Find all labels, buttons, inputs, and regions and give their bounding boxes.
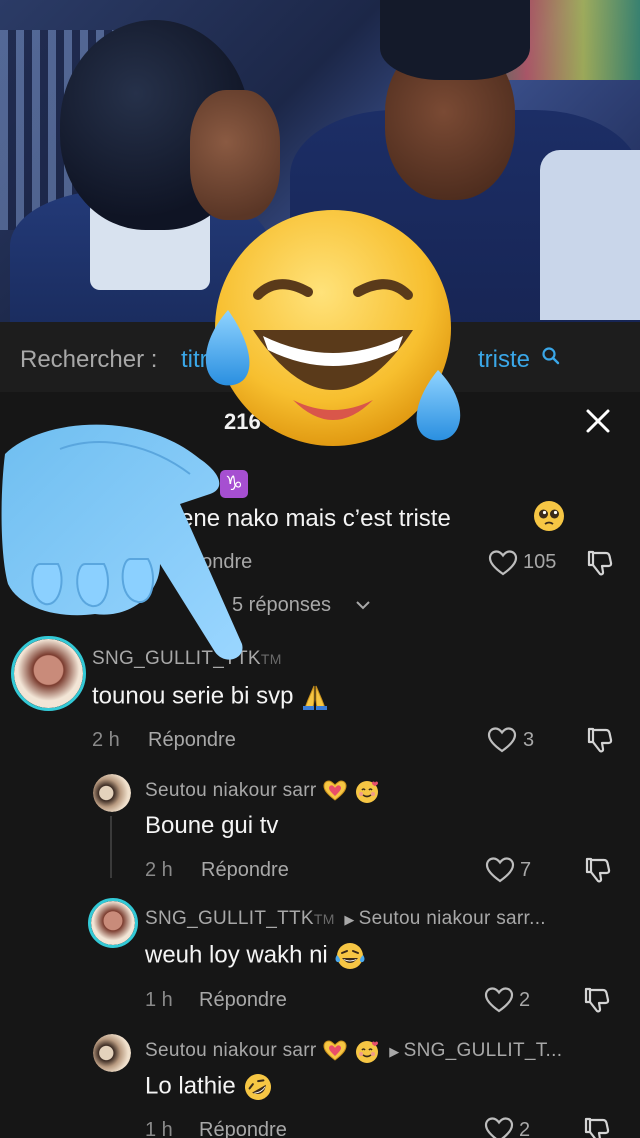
reply-button[interactable]: Répondre bbox=[201, 859, 289, 882]
dislike-icon[interactable] bbox=[585, 725, 615, 755]
avatar-image bbox=[93, 774, 131, 812]
pointing-hand-emoji-icon bbox=[1, 424, 243, 660]
dislike-icon[interactable] bbox=[582, 985, 612, 1015]
username[interactable]: Seutou niakour sarr bbox=[145, 1040, 317, 1061]
reply-timestamp: 1 h bbox=[145, 989, 173, 1011]
heart-icon[interactable] bbox=[487, 726, 517, 754]
like-count: 105 bbox=[523, 551, 557, 573]
video-person bbox=[380, 0, 530, 80]
avatar[interactable] bbox=[93, 774, 131, 812]
heart-icon[interactable] bbox=[485, 856, 515, 884]
reply-button[interactable]: Répondre bbox=[199, 1119, 287, 1138]
avatar[interactable] bbox=[93, 1034, 131, 1072]
view-replies-button[interactable]: 5 réponses bbox=[232, 594, 331, 617]
reply-to-username[interactable]: SNG_GULLIT_T... bbox=[404, 1040, 563, 1061]
reply-username[interactable]: SNG_GULLIT_TTKTM ▶ Seutou niakour sarr... bbox=[145, 908, 546, 930]
like-count: 7 bbox=[520, 859, 532, 881]
trademark-badge: TM bbox=[313, 911, 335, 927]
comment-text: tounou serie bi svp bbox=[92, 682, 330, 712]
reply-text: Boune gui tv bbox=[145, 812, 279, 839]
reply-text-content: Lo lathie bbox=[145, 1072, 236, 1100]
heart-icon[interactable] bbox=[484, 1116, 514, 1138]
heart-icon[interactable] bbox=[488, 549, 518, 577]
rolling-on-floor-laughing-icon bbox=[245, 1074, 272, 1100]
like-count: 2 bbox=[519, 989, 531, 1011]
username[interactable]: SNG_GULLIT_TTK bbox=[145, 908, 314, 929]
like-count: 3 bbox=[523, 729, 535, 751]
chevron-down-icon[interactable] bbox=[356, 600, 370, 610]
reply-text: weuh loy wakh ni bbox=[145, 941, 366, 971]
face-with-tears-of-joy-icon bbox=[335, 943, 365, 969]
smiling-face-with-hearts-icon bbox=[355, 781, 378, 803]
reply-username[interactable]: Seutou niakour sarr ▶ SNG_GULLIT_T... bbox=[145, 1038, 562, 1064]
reply-button[interactable]: Répondre bbox=[199, 989, 287, 1012]
reply-text-content: weuh loy wakh ni bbox=[145, 941, 328, 969]
reply-arrow-icon: ▶ bbox=[344, 912, 355, 927]
folded-hands-icon bbox=[303, 685, 328, 710]
username[interactable]: Seutou niakour sarr bbox=[145, 780, 317, 801]
avatar[interactable] bbox=[88, 898, 138, 948]
dislike-icon[interactable] bbox=[582, 1115, 612, 1138]
close-icon[interactable] bbox=[582, 405, 614, 437]
reply-timestamp: 1 h bbox=[145, 1119, 173, 1138]
trademark-badge: TM bbox=[260, 651, 282, 667]
video-person bbox=[540, 150, 640, 320]
avatar-image bbox=[91, 901, 135, 945]
like-count: 2 bbox=[519, 1119, 531, 1138]
search-label: Rechercher : bbox=[20, 346, 158, 373]
dislike-icon[interactable] bbox=[585, 548, 615, 578]
dislike-icon[interactable] bbox=[583, 855, 613, 885]
reply-arrow-icon: ▶ bbox=[389, 1044, 400, 1060]
reply-text: Lo lathie bbox=[145, 1071, 274, 1103]
pleading-face-icon bbox=[534, 501, 564, 531]
reply-username[interactable]: Seutou niakour sarr bbox=[145, 778, 380, 804]
reply-button[interactable]: Répondre bbox=[148, 729, 236, 752]
comment-timestamp: 2 h bbox=[92, 729, 120, 751]
thread-line bbox=[110, 816, 112, 878]
reply-timestamp: 2 h bbox=[145, 859, 173, 881]
search-icon[interactable] bbox=[541, 346, 561, 366]
avatar-image bbox=[93, 1034, 131, 1072]
heart-icon[interactable] bbox=[484, 986, 514, 1014]
search-query-suffix[interactable]: triste bbox=[478, 346, 530, 374]
heart-hands-icon bbox=[323, 780, 347, 801]
heart-hands-icon bbox=[323, 1040, 347, 1061]
smiling-face-with-hearts-icon bbox=[355, 1041, 378, 1063]
reply-to-username[interactable]: Seutou niakour sarr... bbox=[359, 908, 546, 929]
comment-text-content: tounou serie bi svp bbox=[92, 682, 294, 710]
